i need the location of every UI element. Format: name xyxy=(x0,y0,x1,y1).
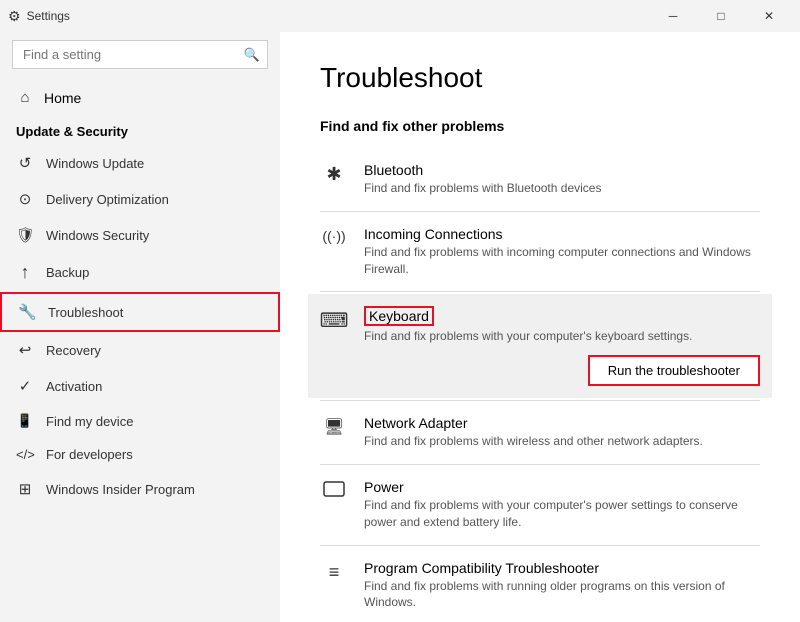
find-my-device-icon: 📱 xyxy=(16,413,34,429)
item-desc: Find and fix problems with your computer… xyxy=(364,497,760,531)
sidebar-item-windows-update[interactable]: ↺ Windows Update xyxy=(0,145,280,181)
network-adapter-icon: 🖥 xyxy=(320,417,348,437)
search-input[interactable] xyxy=(12,40,268,69)
minimize-button[interactable]: ─ xyxy=(650,0,696,32)
program-compat-icon: ≡ xyxy=(320,562,348,583)
activation-icon: ✓ xyxy=(16,377,34,395)
sidebar-item-label: Find my device xyxy=(46,414,133,429)
sidebar-item-label: Windows Security xyxy=(46,228,149,243)
sidebar-item-find-my-device[interactable]: 📱 Find my device xyxy=(0,404,280,438)
divider xyxy=(320,291,760,292)
item-text-incoming: Incoming Connections Find and fix proble… xyxy=(364,226,760,278)
item-desc: Find and fix problems with running older… xyxy=(364,578,760,612)
maximize-button[interactable]: □ xyxy=(698,0,744,32)
sidebar-item-label: Backup xyxy=(46,265,89,280)
item-desc: Find and fix problems with incoming comp… xyxy=(364,244,760,278)
divider xyxy=(320,400,760,401)
bluetooth-icon: ✱ xyxy=(320,164,348,185)
sidebar-item-label: Windows Insider Program xyxy=(46,482,195,497)
item-text-keyboard: Keyboard Find and fix problems with your… xyxy=(364,306,760,386)
item-name: Power xyxy=(364,479,760,495)
list-item: Power Find and fix problems with your co… xyxy=(320,467,760,543)
divider xyxy=(320,464,760,465)
sidebar-item-label: Troubleshoot xyxy=(48,305,123,320)
keyboard-icon: ⌨ xyxy=(320,308,348,333)
item-name: Incoming Connections xyxy=(364,226,760,242)
sidebar-item-for-developers[interactable]: </> For developers xyxy=(0,438,280,471)
keyboard-label-highlighted: Keyboard xyxy=(364,306,434,326)
section-title: Find and fix other problems xyxy=(320,118,760,134)
list-item-keyboard[interactable]: ⌨ Keyboard Find and fix problems with yo… xyxy=(308,294,772,398)
list-item: 🖥 Network Adapter Find and fix problems … xyxy=(320,403,760,462)
backup-icon: ↑ xyxy=(16,262,34,283)
troubleshoot-icon: 🔧 xyxy=(18,303,36,321)
sidebar-item-troubleshoot[interactable]: 🔧 Troubleshoot xyxy=(0,292,280,332)
home-icon: ⌂ xyxy=(16,89,34,106)
title-bar-controls: ─ □ ✕ xyxy=(650,0,792,32)
main-content: Troubleshoot Find and fix other problems… xyxy=(280,32,800,622)
item-name: Network Adapter xyxy=(364,415,760,431)
divider xyxy=(320,211,760,212)
app-content: 🔍 ⌂ Home Update & Security ↺ Windows Upd… xyxy=(0,32,800,622)
sidebar-item-home[interactable]: ⌂ Home xyxy=(0,81,280,114)
item-text-program-compat: Program Compatibility Troubleshooter Fin… xyxy=(364,560,760,612)
sidebar-section-title: Update & Security xyxy=(0,114,280,145)
item-text-network: Network Adapter Find and fix problems wi… xyxy=(364,415,760,450)
sidebar: 🔍 ⌂ Home Update & Security ↺ Windows Upd… xyxy=(0,32,280,622)
title-bar-left: ⚙ Settings xyxy=(8,8,70,25)
app-icon: ⚙ xyxy=(8,8,21,25)
sidebar-item-windows-insider[interactable]: ⊞ Windows Insider Program xyxy=(0,471,280,507)
sidebar-item-windows-security[interactable]: 🛡 Windows Security xyxy=(0,217,280,253)
item-desc-keyboard: Find and fix problems with your computer… xyxy=(364,328,760,345)
list-item: ((·)) Incoming Connections Find and fix … xyxy=(320,214,760,290)
item-text-power: Power Find and fix problems with your co… xyxy=(364,479,760,531)
run-btn-row: Run the troubleshooter xyxy=(364,355,760,386)
windows-security-icon: 🛡 xyxy=(16,226,34,244)
sidebar-item-label: For developers xyxy=(46,447,133,462)
power-icon xyxy=(320,481,348,497)
incoming-connections-icon: ((·)) xyxy=(320,228,348,244)
sidebar-item-label: Recovery xyxy=(46,343,101,358)
for-developers-icon: </> xyxy=(16,447,34,462)
item-name-keyboard: Keyboard xyxy=(364,306,760,326)
recovery-icon: ↩ xyxy=(16,341,34,359)
close-button[interactable]: ✕ xyxy=(746,0,792,32)
sidebar-item-label: Windows Update xyxy=(46,156,144,171)
list-item: ≡ Program Compatibility Troubleshooter F… xyxy=(320,548,760,622)
page-title: Troubleshoot xyxy=(320,62,760,94)
title-bar: ⚙ Settings ─ □ ✕ xyxy=(0,0,800,32)
home-label: Home xyxy=(44,90,81,106)
sidebar-item-recovery[interactable]: ↩ Recovery xyxy=(0,332,280,368)
search-icon: 🔍 xyxy=(244,47,260,63)
item-desc: Find and fix problems with Bluetooth dev… xyxy=(364,180,760,197)
item-name: Bluetooth xyxy=(364,162,760,178)
divider xyxy=(320,545,760,546)
sidebar-item-label: Activation xyxy=(46,379,102,394)
app-title: Settings xyxy=(27,9,70,23)
item-text-bluetooth: Bluetooth Find and fix problems with Blu… xyxy=(364,162,760,197)
windows-update-icon: ↺ xyxy=(16,154,34,172)
sidebar-item-delivery-optimization[interactable]: ⊙ Delivery Optimization xyxy=(0,181,280,217)
windows-insider-icon: ⊞ xyxy=(16,480,34,498)
sidebar-item-activation[interactable]: ✓ Activation xyxy=(0,368,280,404)
delivery-optimization-icon: ⊙ xyxy=(16,190,34,208)
search-container: 🔍 xyxy=(12,40,268,69)
item-desc: Find and fix problems with wireless and … xyxy=(364,433,760,450)
run-troubleshooter-button[interactable]: Run the troubleshooter xyxy=(588,355,760,386)
item-name: Program Compatibility Troubleshooter xyxy=(364,560,760,576)
sidebar-item-label: Delivery Optimization xyxy=(46,192,169,207)
sidebar-item-backup[interactable]: ↑ Backup xyxy=(0,253,280,292)
list-item: ✱ Bluetooth Find and fix problems with B… xyxy=(320,150,760,209)
